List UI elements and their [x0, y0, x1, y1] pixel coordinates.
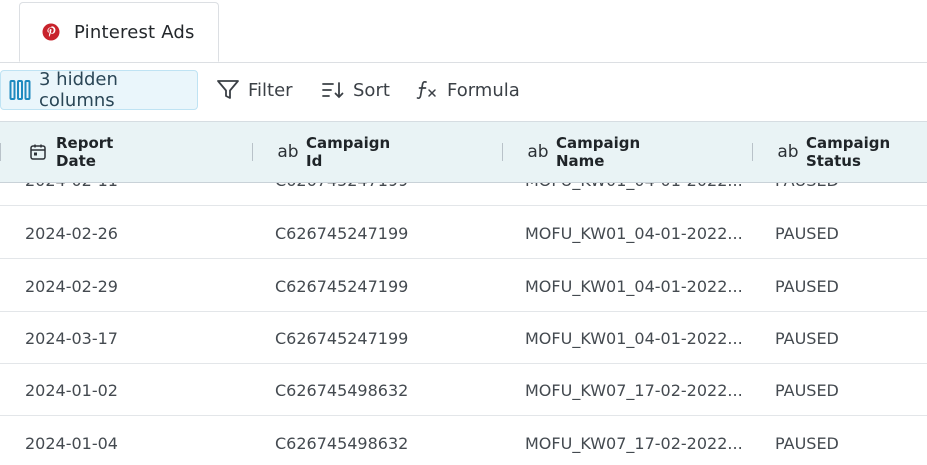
table-row[interactable]: 2024-02-29 C626745247199 MOFU_KW01_04-01… — [0, 260, 927, 312]
cell-campaign-status[interactable]: PAUSED — [775, 183, 839, 206]
column-header-campaign-name[interactable]: ab Campaign Name — [500, 122, 750, 182]
text-type-icon: ab — [527, 142, 549, 162]
columns-icon — [9, 79, 39, 101]
cell-campaign-name[interactable]: MOFU_KW01_04-01-2022... — [525, 260, 743, 312]
table-row[interactable]: 2024-02-11 C626745247199 MOFU_KW01_04-01… — [0, 183, 927, 206]
sort-button[interactable]: Sort — [321, 70, 390, 110]
sort-icon — [321, 80, 353, 100]
cell-campaign-id[interactable]: C626745247199 — [275, 312, 408, 364]
filter-icon — [216, 79, 248, 101]
cell-campaign-name[interactable]: MOFU_KW01_04-01-2022... — [525, 183, 743, 206]
column-separator — [0, 143, 1, 161]
cell-campaign-name[interactable]: MOFU_KW01_04-01-2022... — [525, 207, 743, 259]
column-header-report-date[interactable]: Report Date — [0, 122, 250, 182]
toolbar: 3 hidden columns Filter Sort Formula — [0, 69, 927, 112]
column-header-campaign-status[interactable]: ab Campaign Status — [750, 122, 927, 182]
cell-campaign-id[interactable]: C626745498632 — [275, 364, 408, 416]
cell-report-date[interactable]: 2024-02-29 — [25, 260, 118, 312]
tab-pinterest-ads[interactable]: Pinterest Ads — [19, 2, 219, 62]
tab-label: Pinterest Ads — [74, 21, 195, 43]
formula-icon — [415, 79, 439, 101]
table-row[interactable]: 2024-01-02 C626745498632 MOFU_KW07_17-02… — [0, 364, 927, 416]
column-header-label: Campaign Id — [306, 134, 391, 170]
column-header-campaign-id[interactable]: ab Campaign Id — [250, 122, 500, 182]
cell-campaign-id[interactable]: C626745247199 — [275, 207, 408, 259]
cell-report-date[interactable]: 2024-02-26 — [25, 207, 118, 259]
filter-label: Filter — [248, 79, 293, 101]
cell-campaign-status[interactable]: PAUSED — [775, 364, 839, 416]
cell-campaign-status[interactable]: PAUSED — [775, 207, 839, 259]
cell-report-date[interactable]: 2024-01-04 — [25, 417, 118, 465]
text-type-icon: ab — [777, 142, 799, 162]
column-separator — [752, 143, 753, 161]
tab-bar: Pinterest Ads — [0, 0, 927, 63]
cell-campaign-id[interactable]: C626745247199 — [275, 183, 408, 206]
cell-report-date[interactable]: 2024-02-11 — [25, 183, 118, 206]
hidden-columns-label: 3 hidden columns — [39, 69, 118, 111]
hidden-columns-button[interactable]: 3 hidden columns — [0, 69, 198, 111]
cell-campaign-status[interactable]: PAUSED — [775, 260, 839, 312]
text-type-icon: ab — [277, 142, 299, 162]
cell-campaign-name[interactable]: MOFU_KW01_04-01-2022... — [525, 312, 743, 364]
calendar-icon — [26, 143, 50, 161]
table-row[interactable]: 2024-01-04 C626745498632 MOFU_KW07_17-02… — [0, 417, 927, 465]
pinterest-icon — [42, 23, 60, 41]
sort-label: Sort — [353, 79, 390, 101]
column-separator — [252, 143, 253, 161]
table-row[interactable]: 2024-02-26 C626745247199 MOFU_KW01_04-01… — [0, 207, 927, 259]
cell-campaign-name[interactable]: MOFU_KW07_17-02-2022... — [525, 417, 743, 465]
formula-button[interactable]: Formula — [415, 70, 520, 110]
cell-campaign-status[interactable]: PAUSED — [775, 417, 839, 465]
formula-label: Formula — [447, 79, 520, 101]
column-header-label: Report Date — [56, 134, 114, 170]
cell-campaign-status[interactable]: PAUSED — [775, 312, 839, 364]
cell-report-date[interactable]: 2024-01-02 — [25, 364, 118, 416]
table-row[interactable]: 2024-03-17 C626745247199 MOFU_KW01_04-01… — [0, 312, 927, 364]
cell-campaign-id[interactable]: C626745247199 — [275, 260, 408, 312]
column-separator — [502, 143, 503, 161]
column-header-label: Campaign Status — [806, 134, 891, 170]
grid-header: Report Date ab Campaign Id ab Campaign N… — [0, 121, 927, 183]
grid-body[interactable]: 2024-02-11 C626745247199 MOFU_KW01_04-01… — [0, 183, 927, 465]
cell-report-date[interactable]: 2024-03-17 — [25, 312, 118, 364]
column-header-label: Campaign Name — [556, 134, 641, 170]
cell-campaign-id[interactable]: C626745498632 — [275, 417, 408, 465]
cell-campaign-name[interactable]: MOFU_KW07_17-02-2022... — [525, 364, 743, 416]
filter-button[interactable]: Filter — [216, 70, 293, 110]
